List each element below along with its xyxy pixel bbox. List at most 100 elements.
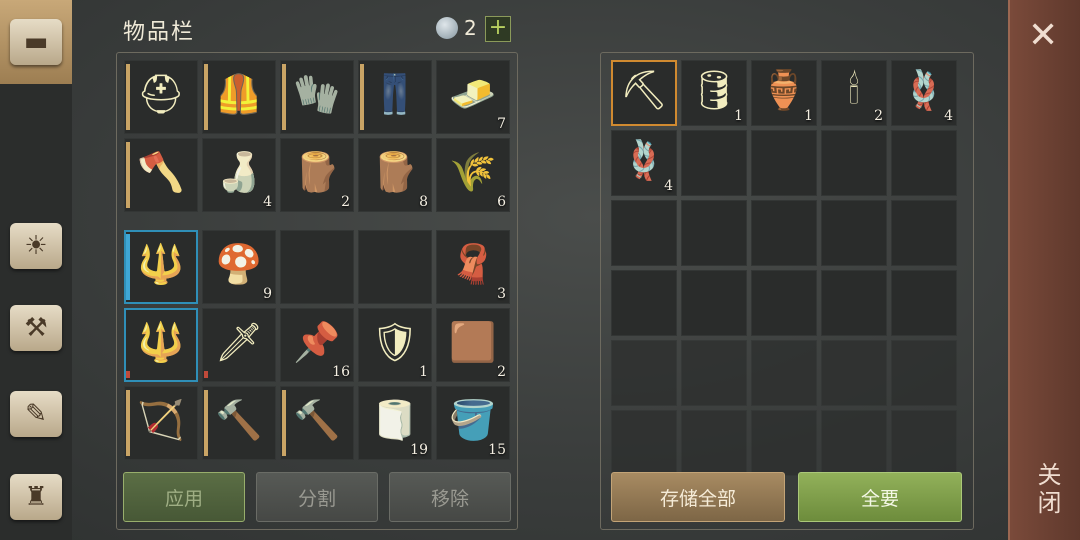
item-count: 4 [263, 194, 272, 210]
item-slot-helmet[interactable]: ⛑ [124, 60, 198, 134]
empty-slot[interactable] [611, 410, 677, 476]
hammer-map-icon: ⚒ [10, 305, 62, 351]
item-slot-axe[interactable]: 🪓 [124, 138, 198, 212]
close-button[interactable]: 关闭 [1030, 462, 1065, 518]
item-count: 4 [664, 178, 673, 194]
item-slot-halberd[interactable]: 🔱 [124, 230, 198, 304]
sidebar: ▬ ☀ ⚒ ✎ ♜ [0, 0, 72, 540]
gem-count: 2 [464, 16, 477, 40]
empty-slot[interactable] [681, 410, 747, 476]
take-all-button[interactable]: 全要 [798, 472, 962, 522]
durability-bar [126, 142, 130, 208]
item-slot-gold-ingot[interactable]: 🧈 7 [436, 60, 510, 134]
empty-slot[interactable] [611, 270, 677, 336]
item-slot-chainmail[interactable]: 🦺 [202, 60, 276, 134]
halberd-icon: 🔱 [137, 242, 185, 287]
item-slot-mace[interactable]: 🔨 [202, 386, 276, 460]
empty-slot[interactable] [751, 340, 817, 406]
item-slot-barrel[interactable]: 🛢 1 [681, 60, 747, 126]
item-slot-bottle[interactable]: 🍶 4 [202, 138, 276, 212]
durability-bar [204, 371, 208, 378]
item-slot-mushrooms[interactable]: 🍄 9 [202, 230, 276, 304]
item-slot-rope[interactable]: 🪢 4 [611, 130, 677, 196]
item-slot-bandage[interactable]: 🧻 19 [358, 386, 432, 460]
item-slot-sword[interactable]: 🗡 [202, 308, 276, 382]
durability-bar [282, 390, 286, 456]
split-button[interactable]: 分割 [256, 472, 378, 522]
item-slot-fiber[interactable]: 🌾 6 [436, 138, 510, 212]
tab-journal[interactable]: ☀ [0, 214, 72, 278]
empty-slot[interactable] [891, 270, 957, 336]
empty-slot[interactable] [681, 130, 747, 196]
item-slot-berry-bucket[interactable]: 🪣 15 [436, 386, 510, 460]
item-slot-pickaxe[interactable]: ⛏ [611, 60, 677, 126]
empty-slot[interactable] [681, 270, 747, 336]
durability-bar [126, 371, 130, 378]
tab-inventory[interactable]: ▬ [0, 0, 72, 84]
item-slot-pants[interactable]: 👖 [358, 60, 432, 134]
chest-icon: ▬ [10, 19, 62, 65]
item-slot-log[interactable]: 🪵 8 [358, 138, 432, 212]
empty-slot[interactable] [821, 200, 887, 266]
empty-slot[interactable] [821, 340, 887, 406]
backpack-icon: ♜ [10, 474, 62, 520]
item-slot-birch-log[interactable]: 🪵 2 [280, 138, 354, 212]
sun-book-icon: ☀ [10, 223, 62, 269]
item-slot-mace[interactable]: 🔨 [280, 386, 354, 460]
inventory-title: 物品栏 [123, 20, 196, 45]
item-slot-leather[interactable]: 🟫 2 [436, 308, 510, 382]
empty-slot[interactable] [611, 200, 677, 266]
item-slot-halberd[interactable]: 🔱 [124, 308, 198, 382]
item-count: 16 [332, 364, 350, 380]
tab-crafting[interactable]: ⚒ [0, 296, 72, 360]
empty-slot[interactable] [891, 340, 957, 406]
remove-button[interactable]: 移除 [389, 472, 511, 522]
item-slot-gloves[interactable]: 🧤 [280, 60, 354, 134]
item-count: 1 [419, 364, 428, 380]
close-panel [1008, 0, 1080, 540]
item-slot-shield[interactable]: 🛡 1 [358, 308, 432, 382]
store-all-button[interactable]: 存储全部 [611, 472, 785, 522]
empty-slot[interactable] [821, 410, 887, 476]
item-count: 6 [497, 194, 506, 210]
close-icon[interactable]: ✕ [1028, 18, 1058, 54]
empty-slot[interactable] [681, 340, 747, 406]
durability-bar [126, 64, 130, 130]
rope-knot-icon: 🪢 [900, 68, 948, 113]
item-count: 7 [497, 116, 506, 132]
backpack-grid: 🔱 🍄 9 🧣 3 🔱 🗡 📌 16 🛡 1 🟫 2 🏹 🔨 🔨 🧻 19 🪣 15 [124, 230, 510, 460]
item-count: 1 [734, 108, 743, 124]
empty-slot[interactable] [751, 410, 817, 476]
item-slot-rope-knot[interactable]: 🪢 4 [891, 60, 957, 126]
empty-slot[interactable] [751, 270, 817, 336]
empty-slot[interactable] [751, 200, 817, 266]
durability-bar [360, 64, 364, 130]
item-slot-crossbow[interactable]: 🏹 [124, 386, 198, 460]
empty-slot[interactable] [891, 200, 957, 266]
storage-grid: ⛏ 🛢 1 🏺 1 🕯 2 🪢 4 🪢 4 [611, 60, 957, 476]
empty-slot[interactable] [821, 270, 887, 336]
empty-slot[interactable] [611, 340, 677, 406]
item-count: 2 [341, 194, 350, 210]
item-slot-nails[interactable]: 📌 16 [280, 308, 354, 382]
add-slots-button[interactable]: + [485, 16, 511, 42]
scroll-quill-icon: ✎ [10, 391, 62, 437]
empty-slot[interactable] [280, 230, 354, 304]
item-count: 9 [263, 286, 272, 302]
equipment-grid: ⛑ 🦺 🧤 👖 🧈 7 🪓 🍶 4 🪵 2 🪵 8 🌾 6 [124, 60, 510, 212]
empty-slot[interactable] [891, 410, 957, 476]
apply-button[interactable]: 应用 [123, 472, 245, 522]
tab-recipes[interactable]: ✎ [0, 382, 72, 446]
item-count: 2 [497, 364, 506, 380]
empty-slot[interactable] [358, 230, 432, 304]
empty-slot[interactable] [751, 130, 817, 196]
item-count: 15 [488, 442, 506, 458]
empty-slot[interactable] [821, 130, 887, 196]
empty-slot[interactable] [681, 200, 747, 266]
item-slot-water-flask[interactable]: 🏺 1 [751, 60, 817, 126]
tab-character[interactable]: ♜ [0, 462, 72, 532]
item-slot-candle[interactable]: 🕯 2 [821, 60, 887, 126]
empty-slot[interactable] [891, 130, 957, 196]
item-slot-fabric[interactable]: 🧣 3 [436, 230, 510, 304]
mushrooms-icon: 🍄 [215, 242, 263, 287]
